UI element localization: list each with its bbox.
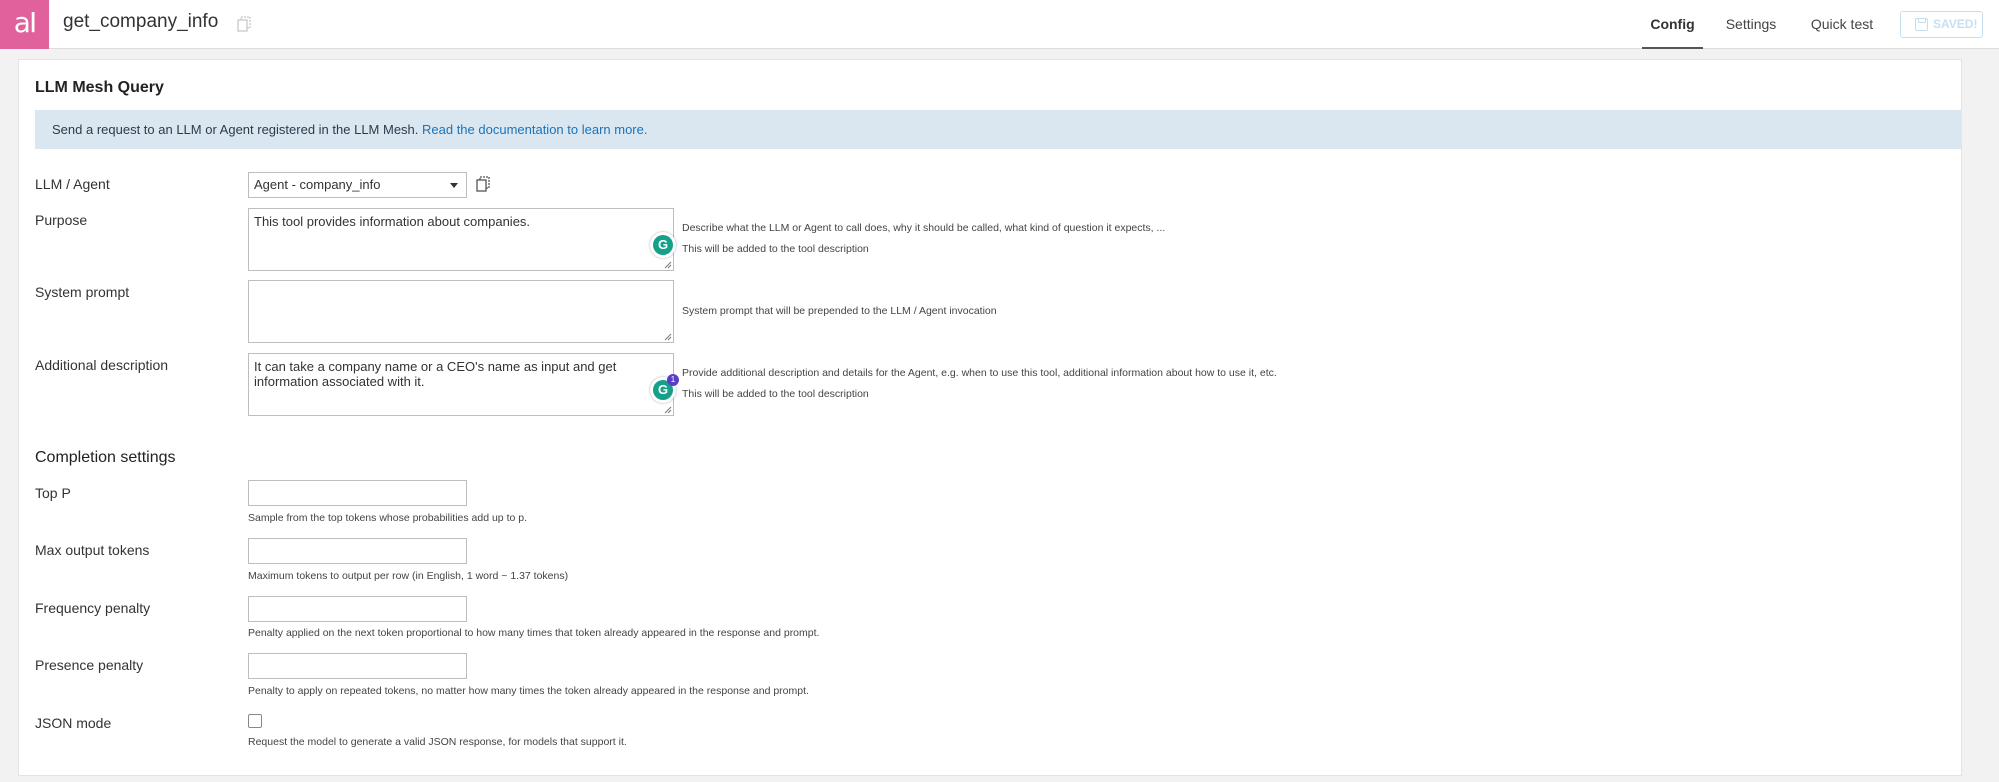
additional-description-help-secondary: This will be added to the tool descripti… — [682, 388, 869, 400]
grammarly-count-badge: 1 — [667, 374, 679, 386]
llm-agent-value: Agent - company_info — [254, 177, 381, 192]
tab-quick-test[interactable]: Quick test — [1805, 0, 1879, 49]
max-output-tokens-input[interactable] — [248, 538, 467, 564]
banner-text: Send a request to an LLM or Agent regist… — [52, 122, 422, 137]
presence-penalty-label: Presence penalty — [35, 657, 144, 673]
frequency-penalty-label: Frequency penalty — [35, 600, 151, 616]
system-prompt-textarea[interactable] — [248, 280, 674, 343]
presence-penalty-help: Penalty to apply on repeated tokens, no … — [248, 685, 809, 697]
copy-icon[interactable] — [237, 16, 251, 32]
purpose-help-secondary: This will be added to the tool descripti… — [682, 243, 869, 255]
purpose-help: Describe what the LLM or Agent to call d… — [682, 222, 1166, 234]
max-output-tokens-label: Max output tokens — [35, 542, 150, 558]
info-banner: Send a request to an LLM or Agent regist… — [35, 110, 1962, 149]
json-mode-checkbox[interactable] — [248, 714, 262, 728]
app-logo[interactable]: aI — [0, 0, 49, 49]
llm-agent-select[interactable]: Agent - company_info — [248, 172, 467, 198]
purpose-textarea[interactable]: This tool provides information about com… — [248, 208, 676, 271]
frequency-penalty-input[interactable] — [248, 596, 467, 622]
system-prompt-help: System prompt that will be prepended to … — [682, 305, 997, 317]
documentation-link[interactable]: Read the documentation to learn more. — [422, 122, 647, 137]
resize-handle-icon[interactable] — [664, 406, 672, 414]
grammarly-icon[interactable]: G — [650, 232, 676, 258]
completion-settings-title: Completion settings — [35, 449, 176, 466]
top-p-input[interactable] — [248, 480, 467, 506]
additional-description-label: Additional description — [35, 357, 169, 373]
llm-agent-label: LLM / Agent — [35, 176, 110, 192]
presence-penalty-input[interactable] — [248, 653, 467, 679]
resize-handle-icon[interactable] — [664, 261, 672, 269]
additional-description-help: Provide additional description and detai… — [682, 367, 1277, 379]
resize-handle-icon[interactable] — [664, 333, 672, 341]
section-title: LLM Mesh Query — [35, 79, 164, 96]
system-prompt-label: System prompt — [35, 284, 130, 300]
tab-settings[interactable]: Settings — [1718, 0, 1784, 49]
additional-description-textarea[interactable]: It can take a company name or a CEO's na… — [248, 353, 679, 416]
grammarly-icon[interactable]: G1 — [650, 374, 679, 403]
tab-config[interactable]: Config — [1642, 0, 1703, 49]
saved-button[interactable]: SAVED! — [1900, 11, 1983, 38]
max-output-tokens-help: Maximum tokens to output per row (in Eng… — [248, 570, 569, 582]
purpose-label: Purpose — [35, 212, 88, 228]
top-p-help: Sample from the top tokens whose probabi… — [248, 512, 527, 524]
copy-icon[interactable] — [476, 176, 490, 192]
purpose-value: This tool provides information about com… — [254, 214, 531, 229]
additional-description-value: It can take a company name or a CEO's na… — [254, 359, 617, 389]
top-p-label: Top P — [35, 485, 71, 501]
json-mode-help: Request the model to generate a valid JS… — [248, 736, 627, 748]
saved-label: SAVED! — [1933, 17, 1978, 31]
caret-down-icon — [450, 183, 458, 188]
save-disk-icon — [1915, 18, 1928, 31]
json-mode-label: JSON mode — [35, 715, 112, 731]
top-bar: aI get_company_info Config Settings Quic… — [0, 0, 1999, 49]
frequency-penalty-help: Penalty applied on the next token propor… — [248, 627, 820, 639]
page-title: get_company_info — [63, 11, 219, 32]
